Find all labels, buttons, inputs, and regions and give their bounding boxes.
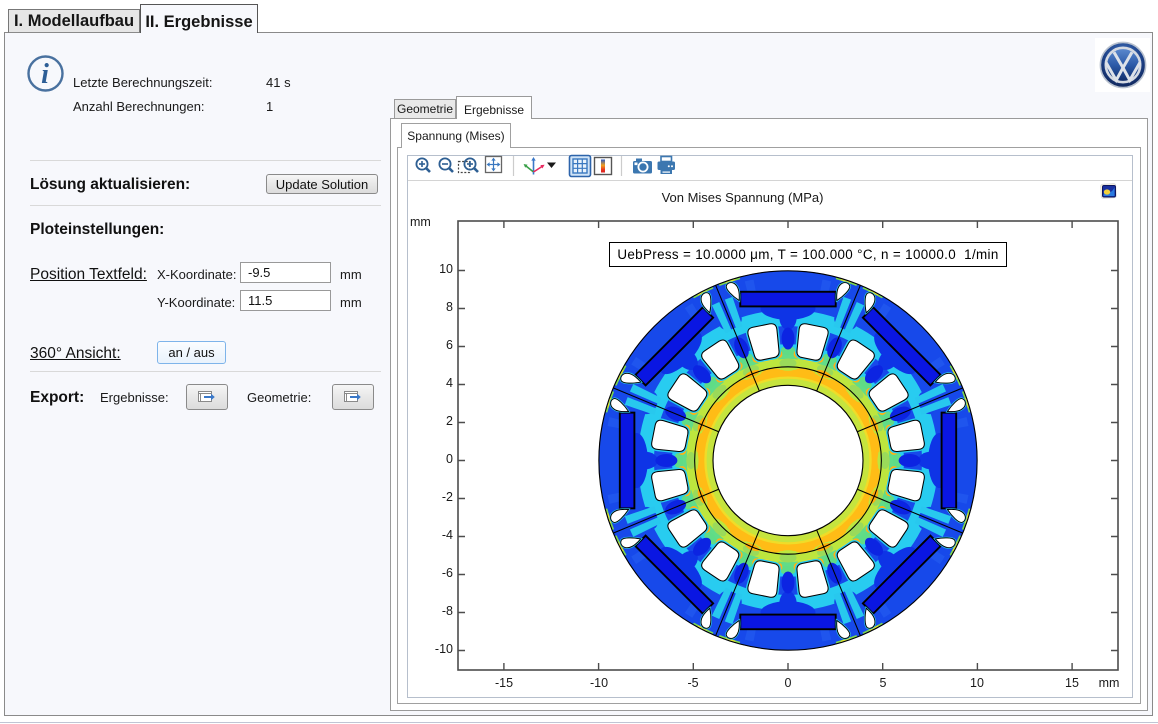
svg-text:i: i — [41, 59, 49, 90]
